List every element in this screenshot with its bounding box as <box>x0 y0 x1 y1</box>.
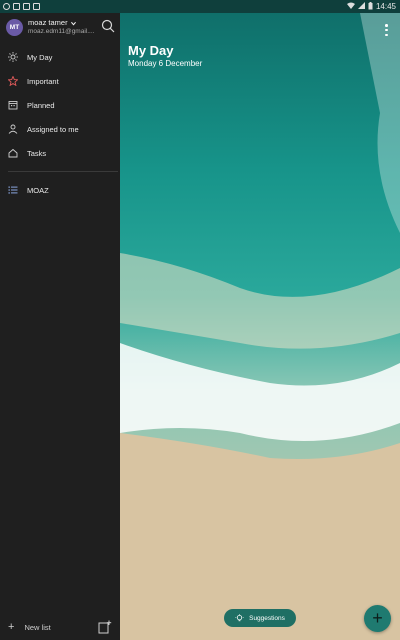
sidebar-item-planned[interactable]: Planned <box>0 93 120 117</box>
divider <box>8 171 118 172</box>
battery-icon <box>368 1 373 12</box>
plus-icon: + <box>8 620 15 633</box>
gmail-icon <box>23 3 30 10</box>
status-bar: 14:45 <box>0 0 400 13</box>
star-icon <box>8 76 18 86</box>
sidebar-item-my-day[interactable]: My Day <box>0 45 120 69</box>
person-icon <box>8 124 18 134</box>
sidebar-item-important[interactable]: Important <box>0 69 120 93</box>
new-list-label: New list <box>24 622 51 632</box>
chevron-down-icon[interactable] <box>70 21 76 26</box>
calendar-icon <box>8 100 18 110</box>
sidebar-item-assigned-to-me[interactable]: Assigned to me <box>0 117 120 141</box>
my-day-view: My Day Monday 6 December Suggestions + <box>120 13 400 640</box>
status-time: 14:45 <box>375 2 396 11</box>
sidebar-footer: + New list <box>0 614 120 640</box>
sidebar: MT moaz tamer moaz.edm11@gmail.... My Da… <box>0 13 120 640</box>
sidebar-item-label: Planned <box>27 100 55 110</box>
plus-icon: + <box>372 608 383 628</box>
suggestions-label: Suggestions <box>249 614 285 622</box>
list-item-moaz[interactable]: MOAZ <box>0 178 120 202</box>
page-date: Monday 6 December <box>128 59 203 68</box>
account-switcher[interactable]: MT moaz tamer moaz.edm11@gmail.... <box>0 13 120 41</box>
sidebar-item-label: Important <box>27 76 59 86</box>
home-icon <box>8 148 18 158</box>
image-icon <box>33 3 40 10</box>
page-title: My Day <box>128 43 174 58</box>
wifi-icon <box>346 2 355 11</box>
more-options-icon[interactable] <box>385 24 388 36</box>
signal-icon <box>357 2 365 11</box>
sidebar-item-label: My Day <box>27 52 53 62</box>
new-list-button[interactable]: + New list <box>0 620 98 633</box>
sidebar-item-label: Tasks <box>27 148 47 158</box>
avatar[interactable]: MT <box>6 18 23 36</box>
account-name: moaz tamer <box>28 18 68 28</box>
sidebar-item-label: Assigned to me <box>27 124 79 134</box>
account-email: moaz.edm11@gmail.... <box>28 27 95 35</box>
beach-background-image <box>120 13 400 640</box>
new-group-icon[interactable] <box>98 620 112 634</box>
suggestions-button[interactable]: Suggestions <box>224 609 296 627</box>
sidebar-item-tasks[interactable]: Tasks <box>0 141 120 165</box>
list-icon <box>8 185 18 195</box>
add-task-button[interactable]: + <box>364 605 391 632</box>
gmail-icon <box>13 3 20 10</box>
search-icon[interactable] <box>101 19 115 33</box>
whatsapp-icon <box>3 3 10 10</box>
list-item-label: MOAZ <box>27 185 49 195</box>
nav-list: My Day Important Planned Assigned to me … <box>0 45 120 165</box>
sun-icon <box>8 52 18 62</box>
lightbulb-icon <box>235 613 244 621</box>
